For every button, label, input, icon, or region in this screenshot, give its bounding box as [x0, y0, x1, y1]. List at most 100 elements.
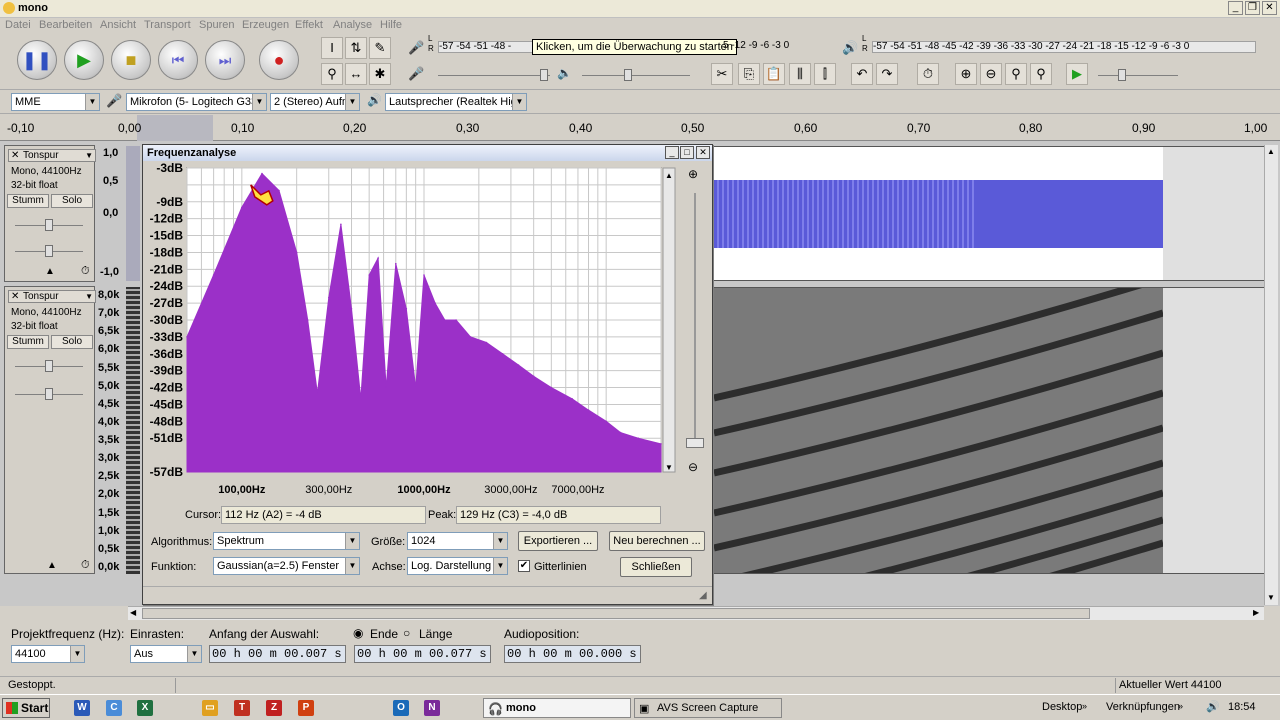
- scroll-left-icon[interactable]: ◀: [130, 608, 136, 617]
- selection-end-field[interactable]: 00 h 00 m 00.077 s: [354, 645, 491, 663]
- play-button[interactable]: ▶: [64, 40, 104, 80]
- desktop-expand-icon[interactable]: »: [1082, 701, 1087, 711]
- waveform-clip[interactable]: [713, 146, 1276, 281]
- paste-button[interactable]: 📋: [763, 63, 785, 85]
- silence-button[interactable]: ⫿: [814, 63, 836, 85]
- zoom-slider-thumb[interactable]: [686, 438, 704, 448]
- menu-datei[interactable]: Datei: [5, 19, 31, 31]
- audio-host-select[interactable]: MME ▼: [11, 93, 100, 111]
- vertical-scrollbar[interactable]: ▲ ▼: [1264, 145, 1278, 605]
- timeline-ruler[interactable]: -0,10 0,00 0,10 0,20 0,30 0,40 0,50 0,60…: [0, 115, 1280, 141]
- recalculate-button[interactable]: Neu berechnen ...: [609, 531, 705, 551]
- onenote-icon[interactable]: N: [424, 700, 440, 716]
- zoom-in-button[interactable]: ⊕: [955, 63, 977, 85]
- folder-icon[interactable]: ▭: [202, 700, 218, 716]
- desktop-toolbar[interactable]: Desktop: [1042, 701, 1082, 713]
- fit-project-button[interactable]: ⚲: [1030, 63, 1052, 85]
- zoom-in-icon[interactable]: ⊕: [688, 167, 698, 181]
- solo-button[interactable]: Solo: [51, 335, 93, 349]
- play-at-speed-button[interactable]: ▶: [1066, 63, 1088, 85]
- horizontal-scroll-thumb[interactable]: [142, 608, 1090, 619]
- trim-button[interactable]: ⫼: [789, 63, 811, 85]
- dialog-title-bar[interactable]: Frequenzanalyse _ □ ✕: [143, 145, 712, 161]
- pause-button[interactable]: ❚❚: [17, 40, 57, 80]
- dialog-close-button[interactable]: ✕: [696, 146, 710, 159]
- timeshift-tool-button[interactable]: ↔: [345, 63, 367, 85]
- scroll-down-icon[interactable]: ▼: [1267, 593, 1275, 602]
- play-speed-slider[interactable]: [1098, 68, 1178, 82]
- track-gain-slider[interactable]: [15, 359, 83, 373]
- filezilla-icon[interactable]: Z: [266, 700, 282, 716]
- length-radio-icon[interactable]: ○: [403, 626, 410, 640]
- algorithm-select[interactable]: Spektrum ▼: [213, 532, 360, 550]
- close-icon[interactable]: ✕: [11, 291, 19, 302]
- dialog-maximize-button[interactable]: □: [680, 146, 694, 159]
- taskbar-item-mono[interactable]: 🎧 mono: [483, 698, 631, 718]
- window-function-select[interactable]: Gaussian(a=2.5) Fenster ▼: [213, 557, 360, 575]
- input-device-select[interactable]: Mikrofon (5- Logitech G330 ▼: [126, 93, 267, 111]
- menu-erzeugen[interactable]: Erzeugen: [242, 19, 289, 31]
- dialog-minimize-button[interactable]: _: [665, 146, 679, 159]
- links-expand-icon[interactable]: »: [1178, 701, 1183, 711]
- track-pan-slider[interactable]: [15, 387, 83, 401]
- menu-transport[interactable]: Transport: [144, 19, 191, 31]
- copy-button[interactable]: ⎘: [738, 63, 760, 85]
- taskbar-item-avs[interactable]: ▣ AVS Screen Capture: [634, 698, 782, 718]
- start-button[interactable]: Start: [2, 698, 50, 718]
- menu-ansicht[interactable]: Ansicht: [100, 19, 136, 31]
- undo-button[interactable]: ↶: [851, 63, 873, 85]
- links-toolbar[interactable]: Verknüpfungen: [1106, 701, 1180, 713]
- gridlines-checkbox[interactable]: ✔: [518, 560, 530, 572]
- redo-button[interactable]: ↷: [876, 63, 898, 85]
- solo-button[interactable]: Solo: [51, 194, 93, 208]
- skip-start-button[interactable]: ⏮: [158, 40, 198, 80]
- horizontal-scrollbar[interactable]: ◀ ▶: [128, 606, 1264, 620]
- fit-selection-button[interactable]: ⚲: [1005, 63, 1027, 85]
- zoom-tool-button[interactable]: ⚲: [321, 63, 343, 85]
- zoom-slider-track[interactable]: [694, 193, 696, 443]
- minimize-button[interactable]: _: [1228, 1, 1243, 15]
- export-button[interactable]: Exportieren ...: [518, 531, 598, 551]
- skip-end-button[interactable]: ⏭: [205, 40, 245, 80]
- project-rate-select[interactable]: 44100 ▼: [11, 645, 85, 663]
- draw-tool-button[interactable]: ✎: [369, 37, 391, 59]
- cut-button[interactable]: ✂: [711, 63, 733, 85]
- playback-meter-scale[interactable]: -57 -54 -51 -48 -45 -42 -39 -36 -33 -30 …: [872, 41, 1256, 53]
- close-dialog-button[interactable]: Schließen: [620, 557, 692, 577]
- mute-button[interactable]: Stumm: [7, 335, 49, 349]
- axis-select[interactable]: Log. Darstellung ▼: [407, 557, 508, 575]
- outlook-icon[interactable]: O: [393, 700, 409, 716]
- snap-select[interactable]: Aus ▼: [130, 645, 202, 663]
- stop-button[interactable]: ■: [111, 40, 151, 80]
- word-icon[interactable]: W: [74, 700, 90, 716]
- volume-tray-icon[interactable]: 🔊: [1206, 700, 1220, 713]
- track-gain-slider[interactable]: [15, 218, 83, 232]
- scroll-right-icon[interactable]: ▶: [1253, 608, 1259, 617]
- record-meter-scale[interactable]: -57 -54 -51 -48 -: [438, 41, 538, 53]
- selection-tool-button[interactable]: I: [321, 37, 343, 59]
- size-select[interactable]: 1024 ▼: [407, 532, 508, 550]
- excel-icon[interactable]: X: [137, 700, 153, 716]
- zoom-out-button[interactable]: ⊖: [980, 63, 1002, 85]
- menu-hilfe[interactable]: Hilfe: [380, 19, 402, 31]
- selection-start-field[interactable]: 00 h 00 m 00.007 s: [209, 645, 346, 663]
- track-pan-slider[interactable]: [15, 244, 83, 258]
- end-radio-selected-icon[interactable]: ◉: [353, 626, 363, 640]
- menu-effekt[interactable]: Effekt: [295, 19, 323, 31]
- menu-analyse[interactable]: Analyse: [333, 19, 372, 31]
- track-name-menu[interactable]: ✕ Tonspur ▼: [8, 149, 96, 162]
- close-window-button[interactable]: ✕: [1262, 1, 1277, 15]
- menu-spuren[interactable]: Spuren: [199, 19, 234, 31]
- mute-button[interactable]: Stumm: [7, 194, 49, 208]
- restore-button[interactable]: ❐: [1245, 1, 1260, 15]
- scroll-up-icon[interactable]: ▲: [1267, 147, 1275, 156]
- output-volume-slider[interactable]: [582, 68, 690, 82]
- input-volume-slider[interactable]: [438, 68, 550, 82]
- input-channels-select[interactable]: 2 (Stereo) Aufna ▼: [270, 93, 360, 111]
- zoom-out-icon[interactable]: ⊖: [688, 460, 698, 474]
- audio-position-field[interactable]: 00 h 00 m 00.000 s: [504, 645, 641, 663]
- collapse-arrow-icon[interactable]: ▲: [47, 560, 57, 571]
- sync-lock-button[interactable]: ⏱: [917, 63, 939, 85]
- spectrogram-clip[interactable]: [713, 287, 1276, 574]
- resize-grip-icon[interactable]: ◢: [699, 590, 707, 601]
